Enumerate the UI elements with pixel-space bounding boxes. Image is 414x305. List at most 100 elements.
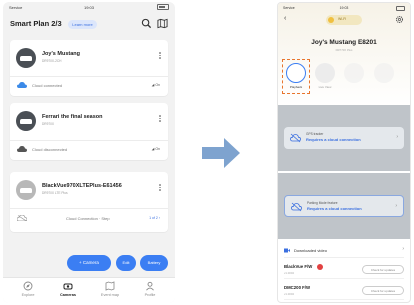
firmware-version: v1.0004 [284,292,294,296]
gps-status-value: On [155,83,160,87]
camera-model: DR970X-2CH [42,59,62,63]
wifi-label: Wi-Fi [338,17,347,21]
bottom-tab-bar: Explore Cameras Event map Profile [3,277,175,303]
firmware-row-dmc200: DMC200 F/W v1.0004 Check for updates [284,282,404,300]
gear-icon[interactable] [395,15,404,24]
status-bar: Service 19:03 [9,4,169,12]
wifi-connection-pill[interactable]: Wi-Fi [326,15,362,25]
camera-model: DR770X Plus [335,48,353,52]
explore-icon [23,281,33,291]
action-label: Playback [289,85,303,89]
tab-label: Event map [100,293,120,297]
cloud-off-icon [290,133,301,143]
parking-mode-card[interactable]: Parking Mode feature Requires a cloud co… [284,195,404,217]
gps-tracker-card[interactable]: GPS tracker Requires a cloud connection … [284,127,404,149]
gps-status-value: On [155,147,160,151]
camera-title: Joy's Mustang E8201 [311,39,377,46]
camera-card-2[interactable]: Ferrari the final season DR970X Cloud di… [10,103,168,160]
search-icon[interactable] [141,18,152,29]
clock-label: 19:03 [83,5,94,10]
disabled-action-button[interactable] [342,63,366,85]
block-title: Parking Mode feature [307,201,338,205]
cloud-off-icon [291,202,302,212]
cameras-list-screen: Service 19:03 Smart Plan 2/3 Learn more … [3,2,175,303]
comparison-canvas: Service 19:03 Smart Plan 2/3 Learn more … [0,0,414,305]
camera-thumbnail [16,180,36,200]
camera-card-3[interactable]: BlackVue970XLTEPlus-E61456 DR970X LTE Pl… [10,172,168,232]
battery-icon [157,4,169,10]
clock-label: 19:03 [339,6,349,10]
camera-name: Joy's Mustang [42,51,80,57]
cloud-connection-step: Cloud Connection · Step [66,216,110,221]
live-view-icon [315,63,335,83]
map-icon[interactable] [157,18,168,29]
downloaded-video-label: Downloaded video [294,248,327,253]
learn-more-button[interactable]: Learn more [68,20,97,29]
camera-model: DR970X [42,122,55,126]
live-view-button[interactable]: Live View [313,63,337,89]
divider [10,76,168,77]
playback-icon [286,63,306,83]
camera-name: BlackVue970XLTEPlus-E61456 [42,183,122,189]
gps-tracker-block: GPS tracker Requires a cloud connection … [278,105,410,171]
cloud-status: Cloud disconnected [32,147,68,152]
disabled-action-button[interactable] [372,63,396,85]
downloaded-video-row[interactable]: Downloaded video › [284,244,404,258]
firmware-version: v1.0004 [284,271,294,275]
firmware-row-blackvue: BlackVue F/W v1.0004 Check for updates [284,261,404,279]
divider [10,140,168,141]
firmware-name: DMC200 F/W [284,285,311,290]
tab-label: Profile [144,293,156,297]
gps-status: ◢ On [152,147,160,151]
camera-thumbnail [16,48,36,68]
cloud-off-icon [17,215,27,221]
tab-label: Cameras [59,293,77,297]
cameras-header: Smart Plan 2/3 Learn more [10,16,168,32]
tab-profile[interactable]: Profile [133,281,167,297]
tab-event-map[interactable]: Event map [93,281,127,297]
block-title: GPS tracker [306,132,324,136]
action-label: Live View [318,85,332,89]
tab-cameras[interactable]: Cameras [51,281,85,297]
back-arrow-icon[interactable]: ‹ [284,15,286,22]
camera-card-1[interactable]: Joy's Mustang DR970X-2CH Cloud connected… [10,40,168,96]
divider [10,208,168,209]
block-cta: Requires a cloud connection [307,206,362,211]
more-options-icon[interactable] [159,184,161,192]
firmware-name: BlackVue F/W [284,264,313,269]
gps-status: ◢ On [152,83,160,87]
camera-model: DR970X LTE Plus [42,191,68,195]
parking-mode-block: Parking Mode feature Requires a cloud co… [278,173,410,239]
battery-icon [396,6,405,11]
camera-thumbnail [16,111,36,131]
battery-button[interactable]: Battery [140,255,168,271]
floating-actions: + Camera Edit Battery [3,255,175,273]
tab-explore[interactable]: Explore [11,281,45,297]
chevron-right-icon: › [395,203,397,209]
event-map-icon [105,281,115,291]
check-updates-button[interactable]: Check for updates [362,286,404,295]
add-camera-button[interactable]: + Camera [67,255,111,271]
quick-actions: Playback Live View [282,59,404,97]
smart-plan-title: Smart Plan 2/3 [10,19,62,28]
chevron-right-icon: › [396,134,398,140]
video-icon [284,248,290,253]
check-updates-button[interactable]: Check for updates [362,265,404,274]
transition-arrow-icon [202,138,240,168]
cloud-connected-icon [17,82,27,88]
status-bar: Service 19:03 [283,5,405,12]
step-counter[interactable]: 1 of 2 › [149,216,160,220]
profile-icon [146,281,154,291]
disabled-action-icon [374,63,394,83]
more-options-icon[interactable] [159,52,161,60]
cameras-icon [63,283,73,290]
tab-label: Explore [21,293,35,297]
update-alert-badge [317,264,323,270]
playback-button[interactable]: Playback [284,63,308,89]
block-cta: Requires a cloud connection [306,137,361,142]
disabled-action-icon [344,63,364,83]
more-options-icon[interactable] [159,115,161,123]
camera-name: Ferrari the final season [42,114,103,120]
edit-button[interactable]: Edit [116,255,136,271]
cloud-status: Cloud connected [32,83,63,88]
